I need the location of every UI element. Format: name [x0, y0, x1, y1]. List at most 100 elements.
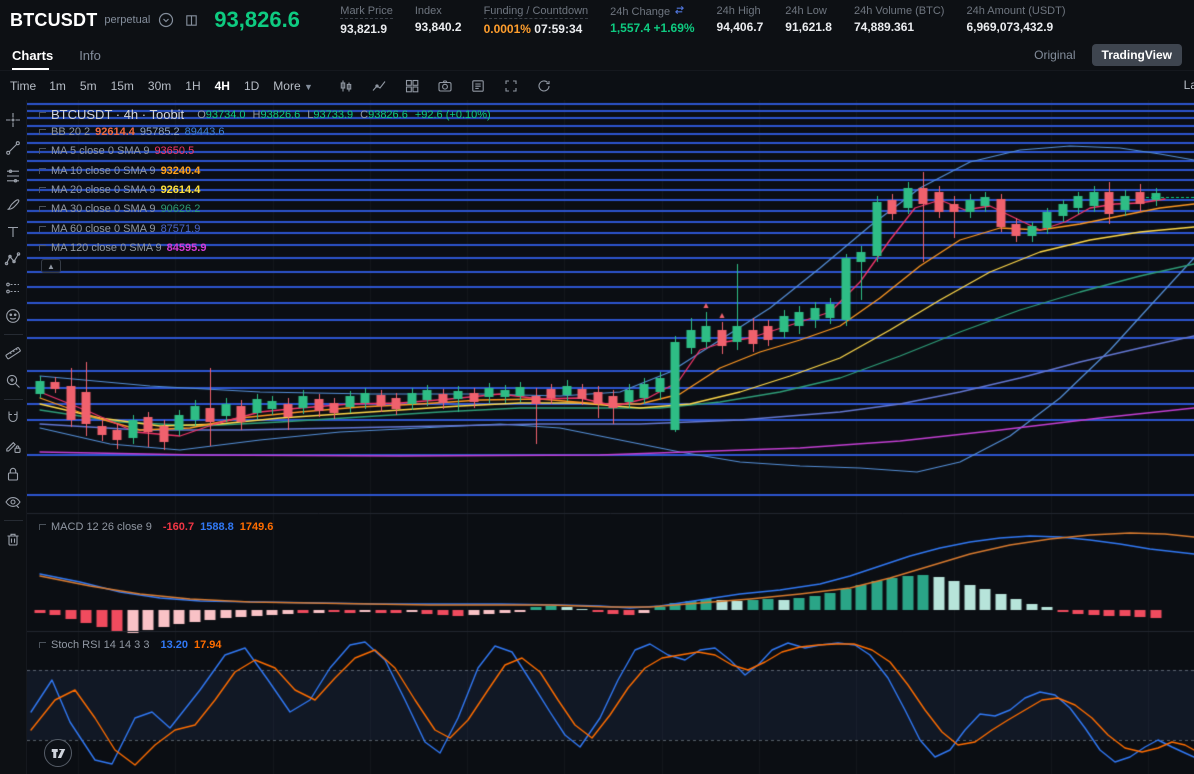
timeframe-1h[interactable]: 1H [178, 77, 207, 95]
stat-label: 24h Volume (BTC) [853, 5, 945, 17]
indicator-legend-ma-30-close-0-sma-9[interactable]: MA 30 close 0 SMA 9 90626.2 [39, 203, 200, 215]
stat-label: 24h High [716, 5, 761, 17]
delete-all-icon[interactable] [1, 525, 25, 553]
indicator-legend-bb-20-2[interactable]: BB 20 2 92614.4 95785.2 89443.6 [39, 126, 224, 138]
time-label: Time [10, 78, 37, 93]
legend-marker [39, 206, 46, 213]
indicator-value: 90626.2 [160, 203, 201, 216]
header: BTCUSDT perpetual 93,826.6 Mark Price 93,… [0, 0, 1194, 40]
legend-marker [39, 111, 46, 118]
stat-label: Index [414, 5, 442, 17]
chart-mode-tradingview[interactable]: TradingView [1091, 44, 1182, 66]
crosshair-icon[interactable] [1, 106, 25, 134]
more-timeframes-button[interactable]: More ▼ [266, 77, 320, 95]
stat-label[interactable]: Funding / Countdown [483, 5, 589, 19]
indicator-label: MA 60 close 0 SMA 9 [51, 222, 156, 235]
text-icon[interactable] [1, 218, 25, 246]
indicators-icon[interactable] [367, 75, 391, 97]
timeframe-4h[interactable]: 4H [208, 77, 237, 95]
legend-marker [39, 148, 46, 155]
stat-value: 93,840.2 [414, 20, 462, 34]
stat-value: 0.0001% 07:59:34 [483, 22, 583, 36]
indicator-label: MA 20 close 0 SMA 9 [51, 183, 156, 196]
indicator-value: 95785.2 [139, 126, 180, 138]
magnet-icon[interactable] [1, 404, 25, 432]
hide-all-icon[interactable] [1, 488, 25, 516]
contract-details-icon[interactable] [182, 11, 200, 29]
indicator-legend-ma-120-close-0-sma-9[interactable]: MA 120 close 0 SMA 9 84595.9 [39, 242, 206, 254]
draw-lock-icon[interactable] [1, 432, 25, 460]
lock-all-icon[interactable] [1, 460, 25, 488]
stat-24h-volume-btc-: 24h Volume (BTC) 74,889.361 [854, 5, 944, 34]
symbol-block: BTCUSDT perpetual [10, 10, 200, 31]
fullscreen-icon[interactable] [499, 75, 523, 97]
indicator-value: 1588.8 [200, 521, 234, 533]
settings-panel-icon[interactable] [466, 75, 490, 97]
emoji-icon[interactable] [1, 302, 25, 330]
tab-info[interactable]: Info [79, 40, 101, 70]
stat-label[interactable]: Mark Price [340, 5, 393, 19]
chart-area: BTCUSDT · 4h · Toobit O93734.0 H93826.6 L9… [27, 100, 1194, 774]
header-stats: Mark Price 93,821.9 Index 93,840.2 Funding /… [340, 5, 1066, 36]
tabs-bar: Charts Info Original TradingView [0, 40, 1194, 71]
tab-charts[interactable]: Charts [12, 40, 53, 70]
legend-marker [39, 129, 46, 135]
timeframe-15m[interactable]: 15m [104, 77, 141, 95]
stat-value: 93,821.9 [340, 22, 387, 36]
layout-grid-icon[interactable] [400, 75, 424, 97]
indicator-value: 87571.9 [160, 222, 201, 235]
stat-value: 74,889.361 [853, 20, 915, 34]
indicator-value: 93240.4 [160, 164, 201, 177]
camera-icon[interactable] [433, 75, 457, 97]
indicator-value: 93650.5 [154, 145, 195, 158]
chart-style-icon[interactable] [334, 75, 358, 97]
indicator-legend-ma-20-close-0-sma-9[interactable]: MA 20 close 0 SMA 9 92614.4 [39, 184, 200, 196]
ohlc-values: O93734.0 H93826.6 L93733.9 C93826.6 +92.6 (+… [197, 109, 491, 121]
timeframe-5m[interactable]: 5m [73, 77, 104, 95]
xabcd-pattern-icon[interactable] [1, 246, 25, 274]
indicator-legend-ma-10-close-0-sma-9[interactable]: MA 10 close 0 SMA 9 93240.4 [39, 165, 200, 177]
indicator-value: 89443.6 [184, 126, 225, 138]
indicator-legend-ma-5-close-0-sma-9[interactable]: MA 5 close 0 SMA 9 93650.5 [39, 145, 194, 157]
stat-label: 24h Change [610, 5, 694, 18]
stat-24h-low: 24h Low 91,621.8 [785, 5, 832, 34]
trendline-icon[interactable] [1, 134, 25, 162]
indicator-value: 84595.9 [166, 241, 207, 254]
brush-icon[interactable] [1, 190, 25, 218]
swap-icon[interactable] [674, 5, 685, 18]
symbol-dropdown-icon[interactable] [157, 11, 175, 29]
toolbar-icons [334, 75, 556, 97]
ruler-icon[interactable] [1, 339, 25, 367]
legend-marker [39, 225, 46, 232]
legend-marker [39, 244, 46, 251]
zoom-in-icon[interactable] [1, 367, 25, 395]
timeframe-1m[interactable]: 1m [42, 77, 73, 95]
market-type-label: perpetual [104, 14, 151, 26]
indicator-label: MA 10 close 0 SMA 9 [51, 164, 156, 177]
stat-24h-high: 24h High 94,406.7 [717, 5, 764, 34]
tradingview-logo[interactable] [44, 739, 72, 767]
indicator-value: -160.7 [162, 521, 195, 533]
indicator-value: 92614.4 [95, 126, 135, 138]
macd-values: -160.7 1588.8 1749.6 [157, 521, 274, 533]
chart-mode-original[interactable]: Original [1024, 44, 1085, 66]
stat-value: 6,969,073,432.9 [966, 20, 1054, 34]
stoch-legend[interactable]: Stoch RSI 14 14 3 3 13.20 17.94 [39, 639, 222, 651]
chart-canvas[interactable] [27, 100, 1194, 774]
forecast-icon[interactable] [1, 274, 25, 302]
stoch-label: Stoch RSI 14 14 3 3 [51, 639, 150, 651]
indicator-legend-ma-60-close-0-sma-9[interactable]: MA 60 close 0 SMA 9 87571.9 [39, 223, 200, 235]
chevron-down-icon: ▼ [303, 81, 313, 92]
macd-legend[interactable]: MACD 12 26 close 9 -160.7 1588.8 1749.6 [39, 521, 273, 533]
timeframe-1d[interactable]: 1D [237, 77, 266, 95]
fib-retracement-icon[interactable] [1, 162, 25, 190]
symbol-name[interactable]: BTCUSDT [10, 10, 97, 31]
legend-marker [39, 167, 46, 174]
stat-value: 91,621.8 [785, 20, 832, 34]
stat-value: 1,557.4 +1.69% [610, 21, 695, 35]
timeframe-30m[interactable]: 30m [141, 77, 178, 95]
refresh-icon[interactable] [532, 75, 556, 97]
stoch-values: 13.20 17.94 [154, 639, 221, 651]
legend-collapse-button[interactable]: ▲ [41, 259, 61, 273]
chart-title-legend[interactable]: BTCUSDT · 4h · Toobit O93734.0 H93826.6 L9… [39, 107, 491, 122]
